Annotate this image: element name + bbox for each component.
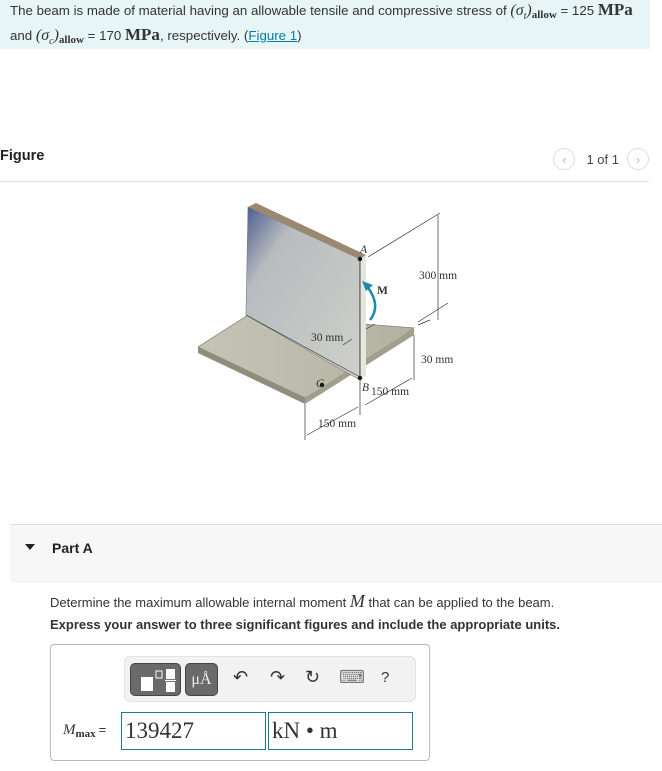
figure-pager: ‹ 1 of 1 ›	[553, 148, 649, 170]
question-text: Determine the maximum allowable internal…	[50, 591, 555, 611]
label-a: A	[359, 244, 368, 256]
page-indicator: 1 of 1	[586, 151, 619, 167]
problem-line-1: The beam is made of material having an a…	[10, 0, 633, 23]
sigma-t: (σt)	[510, 2, 532, 23]
templates-button[interactable]	[130, 663, 181, 696]
part-a-header[interactable]: Part A	[10, 524, 662, 583]
label-web-thickness: 30 mm	[311, 332, 343, 344]
keyboard-icon[interactable]: ⌨	[339, 667, 365, 688]
math-toolbar: μÅ ↶ ↷ ↻ ⌨ ?	[124, 656, 416, 702]
help-button[interactable]: ?	[381, 669, 389, 686]
prev-figure-button[interactable]: ‹	[553, 148, 576, 170]
next-figure-button[interactable]: ›	[627, 148, 649, 170]
point-a	[357, 256, 363, 262]
redo-icon[interactable]: ↷	[270, 667, 285, 688]
part-title: Part A	[52, 540, 93, 556]
answer-box: μÅ ↶ ↷ ↻ ⌨ ? Mmax = 139427 kN • m	[50, 644, 430, 761]
label-height: 300 mm	[419, 270, 457, 282]
figure-header: Figure ‹ 1 of 1 ›	[0, 148, 649, 182]
web-side	[360, 255, 366, 380]
label-m: M	[377, 285, 388, 297]
problem-line-2: and (σc)allow = 170 MPa, respectively. (…	[10, 25, 302, 48]
label-flange-thickness: 30 mm	[421, 354, 453, 366]
label-c: C	[316, 378, 324, 390]
reset-icon[interactable]: ↻	[305, 667, 320, 688]
beam-figure: A B C M 300 mm 30 mm 30 mm 150 mm 150 mm	[197, 203, 457, 440]
label-flange-left: 150 mm	[318, 418, 356, 430]
sigma-c: (σc)	[35, 27, 59, 48]
moment-arrow	[365, 284, 377, 321]
label-b: B	[362, 382, 369, 394]
figure-link[interactable]: Figure 1	[248, 28, 297, 43]
units-input[interactable]: kN • m	[268, 712, 413, 750]
point-b	[357, 375, 363, 381]
units-button[interactable]: μÅ	[185, 663, 218, 696]
value-input[interactable]: 139427	[121, 712, 266, 750]
answer-row: Mmax = 139427 kN • m	[51, 711, 429, 751]
chevron-left-icon: ‹	[562, 151, 567, 167]
templates-icon	[141, 669, 176, 692]
answer-label: Mmax =	[63, 722, 107, 740]
collapse-caret-icon[interactable]	[25, 544, 35, 550]
problem-statement: The beam is made of material having an a…	[0, 0, 650, 49]
undo-icon[interactable]: ↶	[233, 667, 248, 688]
label-flange-right: 150 mm	[371, 386, 409, 398]
instruction-text: Express your answer to three significant…	[50, 617, 560, 632]
chevron-right-icon: ›	[635, 151, 641, 167]
figure-title: Figure	[0, 148, 45, 164]
